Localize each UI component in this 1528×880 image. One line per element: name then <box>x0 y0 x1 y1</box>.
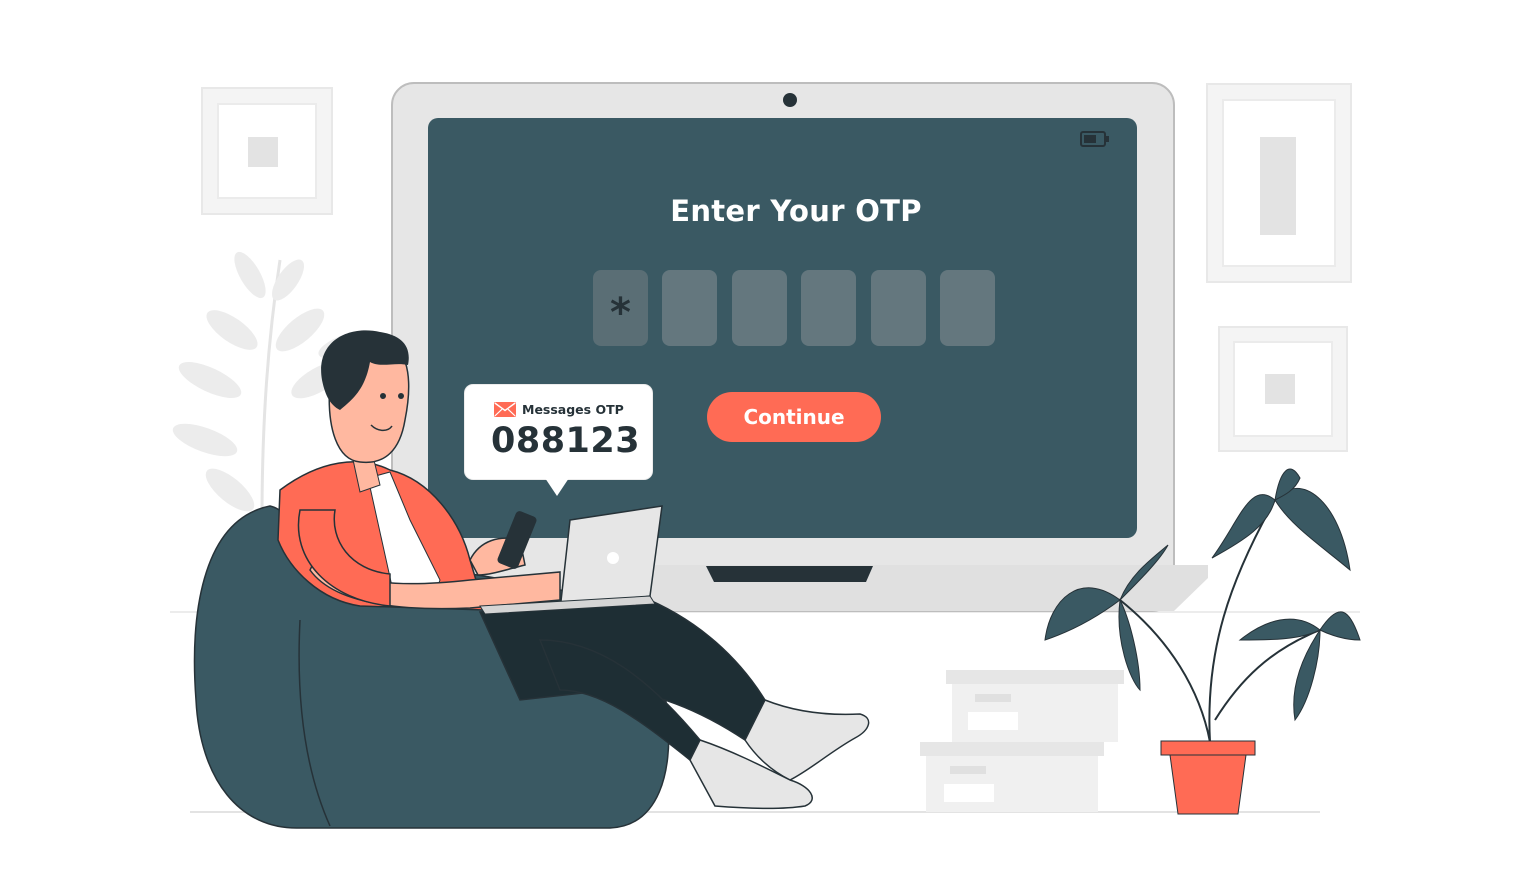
envelope-icon <box>494 402 516 417</box>
otp-digit-3[interactable] <box>732 270 787 346</box>
otp-title: Enter Your OTP <box>670 194 922 228</box>
wall-frame-right-small <box>1218 326 1348 452</box>
wall-frame-right-tall <box>1206 83 1352 283</box>
message-bubble-tail <box>545 478 569 496</box>
continue-button[interactable]: Continue <box>707 392 881 442</box>
storage-boxes <box>920 670 1124 812</box>
otp-digit-1[interactable]: * <box>593 270 648 346</box>
wall-frame-left <box>201 87 333 215</box>
otp-digit-6[interactable] <box>940 270 995 346</box>
otp-message-bubble: Messages OTP 088123 <box>465 385 652 479</box>
otp-digit-5[interactable] <box>871 270 926 346</box>
message-label: Messages OTP <box>522 402 624 417</box>
otp-digit-4[interactable] <box>801 270 856 346</box>
otp-digit-2[interactable] <box>662 270 717 346</box>
message-header: Messages OTP <box>494 402 624 417</box>
otp-code: 088123 <box>491 421 641 461</box>
illustration: Enter Your OTP * Continue Messages OTP 0… <box>0 0 1528 880</box>
webcam-icon <box>783 93 797 107</box>
